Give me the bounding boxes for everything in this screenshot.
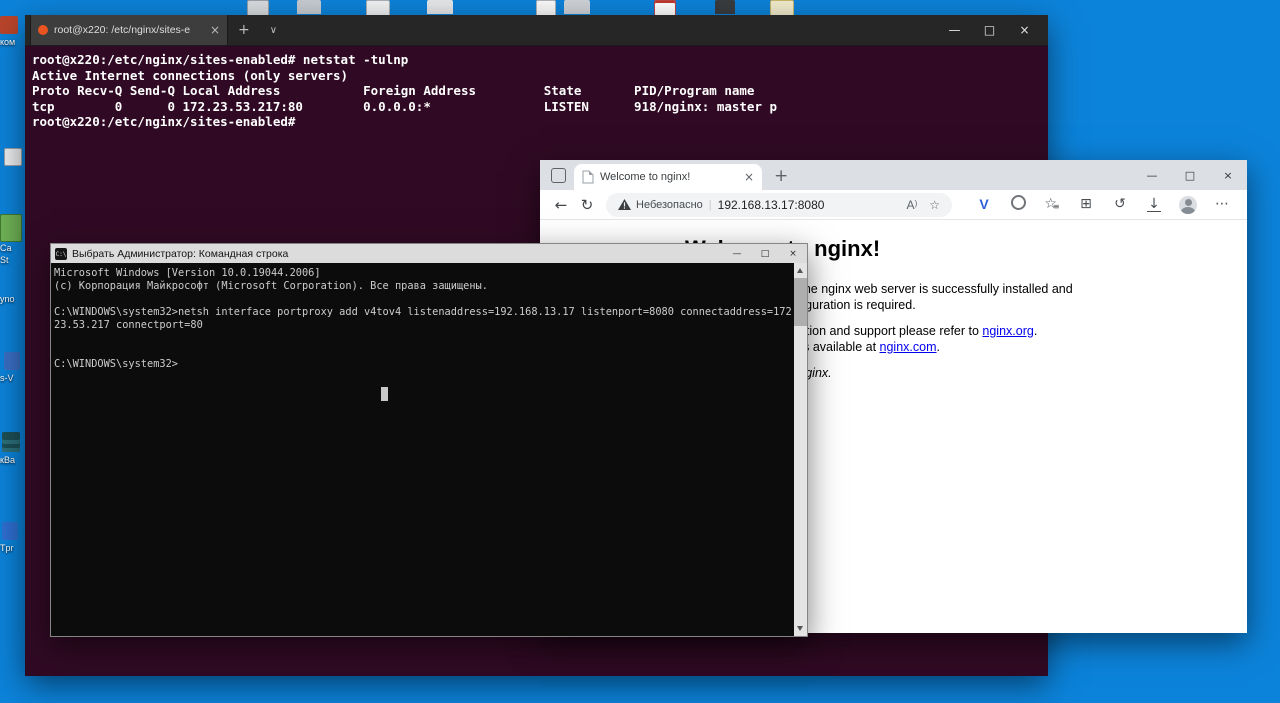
- desktop-icon-label: yno: [0, 294, 15, 305]
- desktop-icon-fragment[interactable]: [0, 16, 18, 34]
- downloads-button[interactable]: ↓: [1137, 196, 1171, 212]
- desktop-icon-fragment[interactable]: [427, 0, 453, 14]
- scroll-down-icon[interactable]: [797, 626, 803, 631]
- minimize-button[interactable]: —: [1133, 160, 1171, 190]
- security-label: Небезопасно: [636, 199, 703, 211]
- url-separator: |: [709, 199, 712, 211]
- tab-list-dropdown-icon[interactable]: ∨: [260, 15, 287, 45]
- desktop-icon-fragment[interactable]: [654, 0, 676, 16]
- favorites-button[interactable]: ☆≡: [1035, 196, 1069, 212]
- scrollbar-thumb[interactable]: [794, 278, 807, 326]
- close-button[interactable]: ×: [1209, 160, 1247, 190]
- desktop-icon-fragment[interactable]: [715, 0, 735, 14]
- terminal-tab-title: root@x220: /etc/nginx/sites-e: [54, 24, 204, 36]
- desktop-icon-fragment[interactable]: [0, 214, 22, 242]
- extension-v-icon[interactable]: V: [967, 196, 1001, 212]
- text-cursor: [381, 387, 388, 401]
- maximize-button[interactable]: □: [972, 23, 1007, 37]
- browser-tab-strip[interactable]: Welcome to nginx! × + — □ ×: [540, 160, 1247, 190]
- desktop-icon-label: Са: [0, 243, 12, 254]
- new-tab-button[interactable]: +: [228, 15, 260, 45]
- desktop-icon-label: ком: [0, 37, 15, 48]
- desktop-icon-fragment[interactable]: [536, 0, 556, 16]
- nginx-com-link[interactable]: nginx.com: [880, 340, 937, 354]
- cmd-window: C:\ Выбрать Администратор: Командная стр…: [50, 243, 808, 637]
- desktop-icon-fragment[interactable]: [297, 0, 321, 14]
- refresh-button[interactable]: ↻: [574, 196, 600, 214]
- collections-button[interactable]: ⊞: [1069, 196, 1103, 212]
- desktop-icon-fragment[interactable]: [564, 0, 590, 14]
- cmd-icon: C:\: [55, 248, 67, 260]
- page-favicon-icon: [582, 170, 594, 184]
- desktop-icon-label: s-V: [0, 373, 14, 384]
- profile-avatar[interactable]: [1171, 195, 1205, 213]
- close-button[interactable]: ×: [1007, 23, 1042, 37]
- maximize-button[interactable]: □: [751, 244, 779, 263]
- desktop-icon-label: St: [0, 255, 9, 266]
- history-button[interactable]: ↺: [1103, 196, 1137, 212]
- new-tab-button[interactable]: +: [774, 166, 788, 186]
- tab-close-icon[interactable]: ×: [744, 170, 754, 184]
- add-favorite-button[interactable]: ☆: [929, 198, 940, 212]
- desktop-icon-fragment[interactable]: [366, 0, 390, 16]
- settings-menu-button[interactable]: ⋯: [1205, 196, 1239, 212]
- minimize-button[interactable]: —: [937, 23, 972, 37]
- desktop-icon-label: Tpr: [0, 543, 14, 554]
- cmd-output[interactable]: Microsoft Windows [Version 10.0.19044.20…: [51, 263, 807, 371]
- scroll-up-icon[interactable]: [797, 268, 803, 273]
- cmd-body[interactable]: Microsoft Windows [Version 10.0.19044.20…: [51, 263, 807, 636]
- desktop-icon-fragment[interactable]: [4, 148, 22, 166]
- maximize-button[interactable]: □: [1171, 160, 1209, 190]
- ubuntu-tab-icon: [38, 25, 48, 35]
- desktop-icon-fragment[interactable]: [2, 522, 18, 540]
- address-bar[interactable]: Небезопасно | 192.168.13.17:8080 A) ☆: [606, 193, 952, 217]
- url-text[interactable]: 192.168.13.17:8080: [718, 198, 825, 212]
- desktop-icon-fragment[interactable]: [247, 0, 269, 16]
- scrollbar[interactable]: [794, 263, 807, 636]
- close-button[interactable]: ×: [779, 244, 807, 263]
- desktop-icon-fragment[interactable]: [2, 432, 20, 452]
- back-button[interactable]: ←: [548, 196, 574, 214]
- minimize-button[interactable]: —: [723, 244, 751, 263]
- desktop-icon-label: кВа: [0, 455, 15, 466]
- cmd-titlebar[interactable]: C:\ Выбрать Администратор: Командная стр…: [51, 244, 807, 263]
- cmd-title: Выбрать Администратор: Командная строка: [72, 248, 288, 260]
- desktop: ком Са St yno s-V кВа Tpr root@x220: /et…: [0, 0, 1280, 703]
- desktop-icon-fragment[interactable]: [4, 352, 20, 370]
- browser-toolbar: ← ↻ Небезопасно | 192.168.13.17:8080 A) …: [540, 190, 1247, 220]
- tab-actions-menu-icon[interactable]: [551, 168, 566, 183]
- terminal-tab-bar[interactable]: root@x220: /etc/nginx/sites-e × + ∨ — □ …: [25, 15, 1048, 46]
- site-info-button[interactable]: Небезопасно: [618, 199, 703, 211]
- browser-tab-title: Welcome to nginx!: [600, 171, 738, 183]
- nginx-org-link[interactable]: nginx.org: [982, 324, 1033, 338]
- security-warning-icon: [618, 199, 631, 210]
- desktop-icon-fragment[interactable]: [770, 0, 794, 16]
- read-aloud-button[interactable]: A): [907, 198, 918, 212]
- tab-close-icon[interactable]: ×: [210, 23, 220, 37]
- terminal-tab[interactable]: root@x220: /etc/nginx/sites-e ×: [30, 15, 228, 45]
- browser-tab[interactable]: Welcome to nginx! ×: [574, 164, 762, 190]
- extension-icon[interactable]: [1001, 195, 1035, 213]
